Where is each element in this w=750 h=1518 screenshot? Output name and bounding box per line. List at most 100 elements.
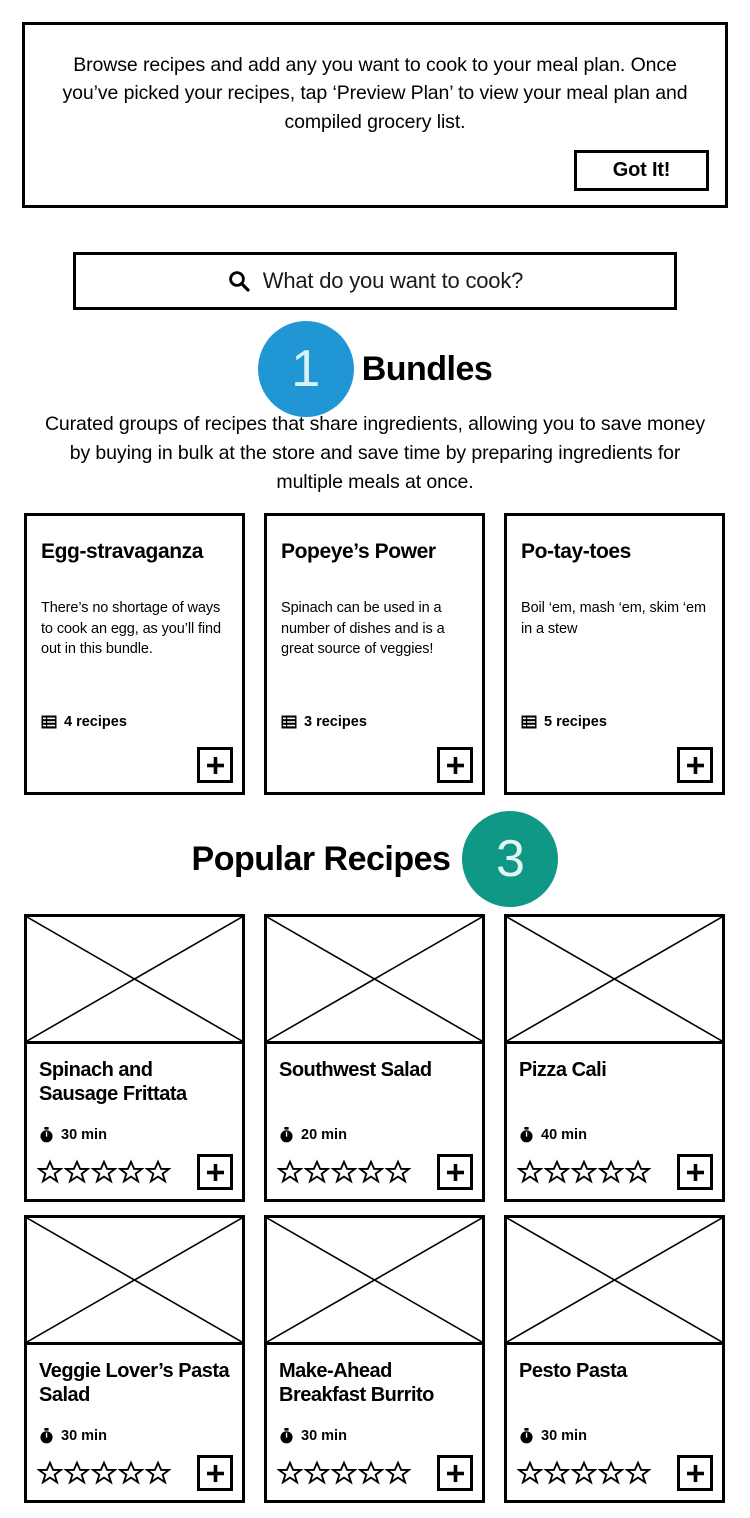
bundle-recipe-count: 5 recipes xyxy=(521,714,607,730)
star-icon[interactable] xyxy=(144,1460,172,1486)
star-icon[interactable] xyxy=(303,1159,331,1185)
bundle-title: Popeye’s Power xyxy=(281,540,436,563)
recipe-card[interactable]: Pizza Cali 40 min xyxy=(504,914,725,1202)
plus-icon xyxy=(686,1464,704,1482)
star-icon[interactable] xyxy=(597,1159,625,1185)
bundles-heading: 1 Bundles xyxy=(0,321,750,417)
recipe-title: Pizza Cali xyxy=(519,1059,607,1081)
recipe-rating[interactable] xyxy=(36,1159,172,1185)
add-recipe-button[interactable] xyxy=(677,1154,713,1190)
bundle-recipe-count-label: 5 recipes xyxy=(544,714,607,730)
recipe-image-placeholder xyxy=(507,917,722,1044)
star-icon[interactable] xyxy=(597,1460,625,1486)
star-icon[interactable] xyxy=(330,1460,358,1486)
add-bundle-button[interactable] xyxy=(677,747,713,783)
onboarding-banner-actions: Got It! xyxy=(574,150,709,191)
add-recipe-button[interactable] xyxy=(677,1455,713,1491)
recipe-body: Veggie Lover’s Pasta Salad 30 min xyxy=(27,1345,242,1500)
star-icon[interactable] xyxy=(357,1460,385,1486)
add-bundle-button[interactable] xyxy=(197,747,233,783)
recipe-title: Southwest Salad xyxy=(279,1059,432,1081)
recipe-cook-time: 20 min xyxy=(279,1127,347,1143)
recipe-rating[interactable] xyxy=(36,1460,172,1486)
bundles-title: Bundles xyxy=(361,349,493,388)
star-icon[interactable] xyxy=(516,1159,544,1185)
list-icon xyxy=(521,714,537,730)
timer-icon xyxy=(279,1127,294,1143)
bundle-recipe-count: 3 recipes xyxy=(281,714,367,730)
star-icon[interactable] xyxy=(117,1460,145,1486)
bundle-recipe-count-label: 3 recipes xyxy=(304,714,367,730)
star-icon[interactable] xyxy=(543,1159,571,1185)
recipe-card[interactable]: Spinach and Sausage Frittata 30 min xyxy=(24,914,245,1202)
search-input[interactable]: What do you want to cook? xyxy=(73,252,677,310)
star-icon[interactable] xyxy=(543,1460,571,1486)
recipe-title: Spinach and Sausage Frittata xyxy=(39,1059,187,1106)
bundle-description: There’s no shortage of ways to cook an e… xyxy=(41,600,221,658)
star-icon[interactable] xyxy=(36,1159,64,1185)
star-icon[interactable] xyxy=(90,1460,118,1486)
recipe-body: Pizza Cali 40 min xyxy=(507,1044,722,1199)
recipe-cook-time-label: 30 min xyxy=(61,1127,107,1143)
bundle-recipe-count: 4 recipes xyxy=(41,714,127,730)
star-icon[interactable] xyxy=(570,1460,598,1486)
got-it-button[interactable]: Got It! xyxy=(574,150,709,191)
add-recipe-button[interactable] xyxy=(437,1154,473,1190)
recipe-image-placeholder xyxy=(267,1218,482,1345)
star-icon[interactable] xyxy=(384,1460,412,1486)
recipe-cook-time-label: 20 min xyxy=(301,1127,347,1143)
timer-icon xyxy=(279,1428,294,1444)
star-icon[interactable] xyxy=(516,1460,544,1486)
plus-icon xyxy=(686,1163,704,1181)
star-icon[interactable] xyxy=(144,1159,172,1185)
star-icon[interactable] xyxy=(36,1460,64,1486)
bundle-card[interactable]: Po-tay-toes Boil ‘em, mash ‘em, skim ‘em… xyxy=(504,513,725,795)
bundle-card-list: Egg-stravaganza There’s no shortage of w… xyxy=(24,513,726,795)
timer-icon xyxy=(39,1127,54,1143)
step-badge-3: 3 xyxy=(462,811,559,907)
recipe-rating[interactable] xyxy=(516,1460,652,1486)
add-bundle-button[interactable] xyxy=(437,747,473,783)
star-icon[interactable] xyxy=(63,1460,91,1486)
add-recipe-button[interactable] xyxy=(437,1455,473,1491)
search-placeholder-text: What do you want to cook? xyxy=(262,268,524,293)
recipe-card[interactable]: Veggie Lover’s Pasta Salad 30 min xyxy=(24,1215,245,1503)
star-icon[interactable] xyxy=(330,1159,358,1185)
bundle-card[interactable]: Popeye’s Power Spinach can be used in a … xyxy=(264,513,485,795)
bundle-title: Egg-stravaganza xyxy=(41,540,204,563)
recipe-rating[interactable] xyxy=(276,1159,412,1185)
recipe-card[interactable]: Pesto Pasta 30 min xyxy=(504,1215,725,1503)
onboarding-banner: Browse recipes and add any you want to c… xyxy=(22,22,728,208)
recipe-card-list-row-2: Veggie Lover’s Pasta Salad 30 min Make-A… xyxy=(24,1215,726,1503)
plus-icon xyxy=(446,756,464,774)
star-icon[interactable] xyxy=(276,1159,304,1185)
bundles-description: Curated groups of recipes that share ing… xyxy=(44,413,706,493)
recipe-title: Pesto Pasta xyxy=(519,1360,627,1382)
star-icon[interactable] xyxy=(90,1159,118,1185)
recipe-card[interactable]: Southwest Salad 20 min xyxy=(264,914,485,1202)
recipe-image-placeholder xyxy=(27,1218,242,1345)
timer-icon xyxy=(519,1428,534,1444)
star-icon[interactable] xyxy=(276,1460,304,1486)
add-recipe-button[interactable] xyxy=(197,1154,233,1190)
recipe-title: Veggie Lover’s Pasta Salad xyxy=(39,1360,230,1407)
star-icon[interactable] xyxy=(303,1460,331,1486)
plus-icon xyxy=(206,1163,224,1181)
recipe-cook-time: 30 min xyxy=(39,1428,107,1444)
bundle-card[interactable]: Egg-stravaganza There’s no shortage of w… xyxy=(24,513,245,795)
popular-recipes-heading: Popular Recipes 3 xyxy=(0,811,750,907)
star-icon[interactable] xyxy=(570,1159,598,1185)
star-icon[interactable] xyxy=(117,1159,145,1185)
star-icon[interactable] xyxy=(624,1460,652,1486)
star-icon[interactable] xyxy=(384,1159,412,1185)
add-recipe-button[interactable] xyxy=(197,1455,233,1491)
recipe-card[interactable]: Make-Ahead Breakfast Burrito 30 min xyxy=(264,1215,485,1503)
star-icon[interactable] xyxy=(63,1159,91,1185)
recipe-image-placeholder xyxy=(267,917,482,1044)
star-icon[interactable] xyxy=(357,1159,385,1185)
recipe-cook-time-label: 40 min xyxy=(541,1127,587,1143)
plus-icon xyxy=(446,1163,464,1181)
star-icon[interactable] xyxy=(624,1159,652,1185)
recipe-rating[interactable] xyxy=(516,1159,652,1185)
recipe-rating[interactable] xyxy=(276,1460,412,1486)
